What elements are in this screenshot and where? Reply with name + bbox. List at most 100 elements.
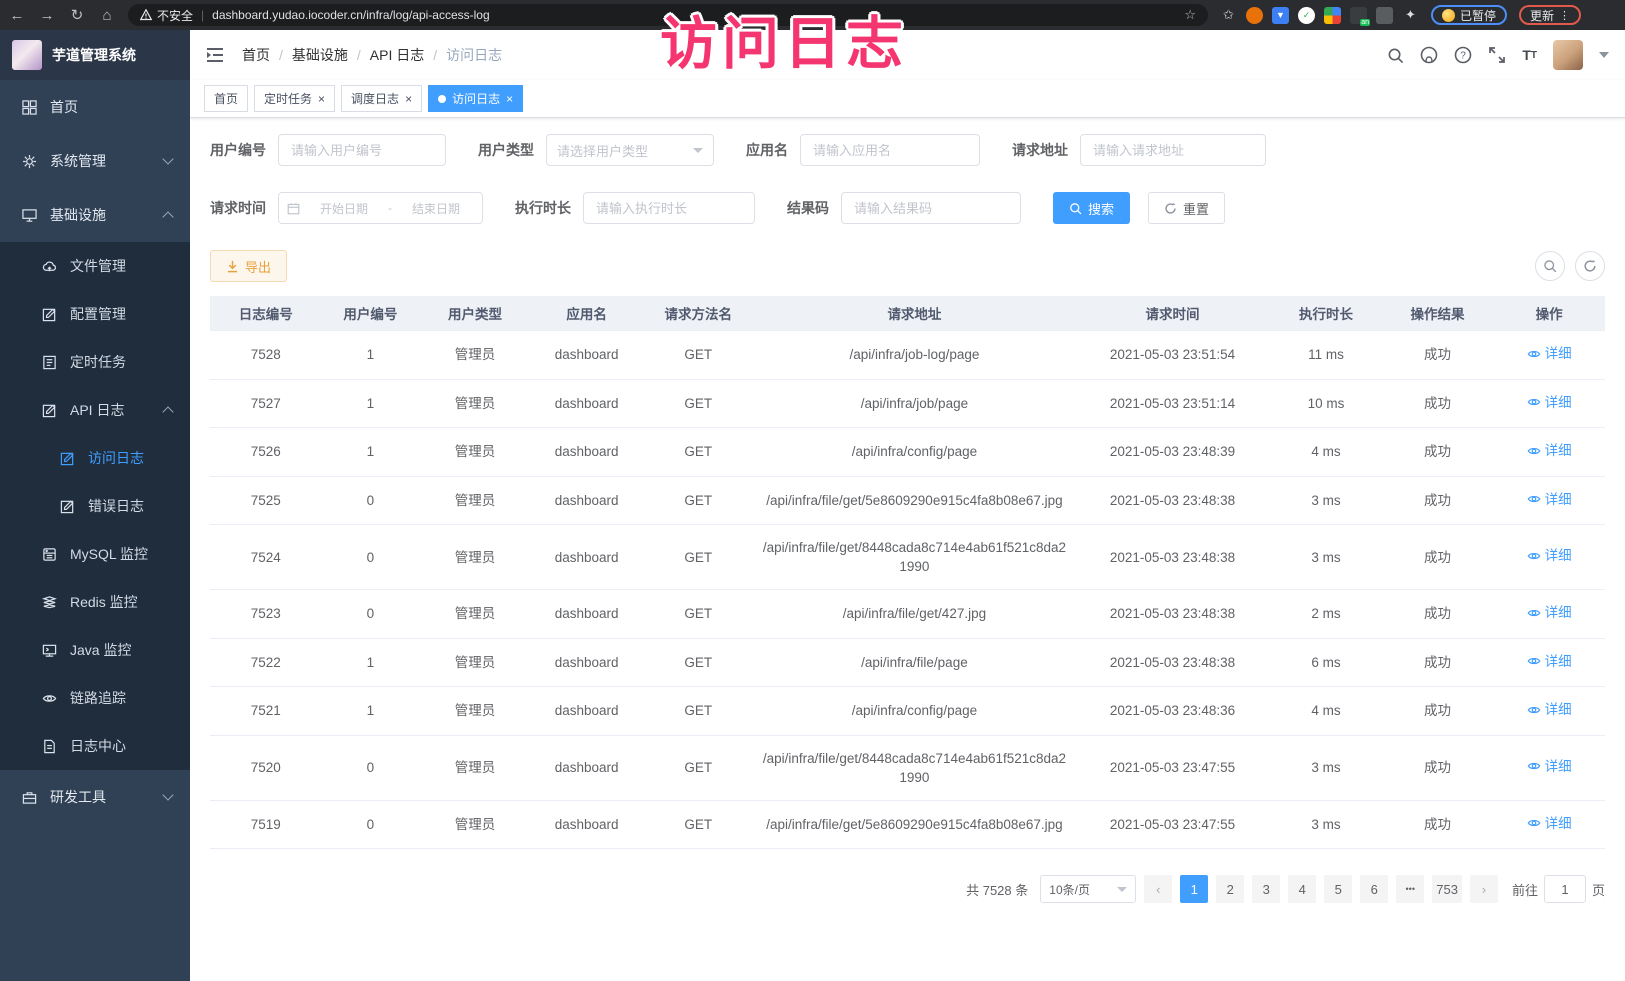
bookmark-star-icon[interactable]: ☆ — [1184, 7, 1196, 23]
pin-extension-icon[interactable]: ✦ — [1402, 7, 1419, 24]
detail-link[interactable]: 详细 — [1527, 603, 1572, 622]
close-icon[interactable]: × — [506, 93, 513, 105]
breadcrumb-item[interactable]: API 日志 — [370, 45, 424, 65]
forward-icon[interactable]: → — [38, 7, 56, 24]
sidebar-item-首页[interactable]: 首页 — [0, 80, 190, 134]
cell-action: 详细 — [1493, 590, 1605, 639]
search-circle-icon[interactable] — [1535, 251, 1565, 281]
tab-定时任务[interactable]: 定时任务× — [254, 85, 335, 112]
column-header: 请求地址 — [754, 296, 1075, 331]
执行时长-input[interactable] — [583, 192, 755, 224]
tab-访问日志[interactable]: 访问日志× — [428, 85, 523, 112]
paused-badge[interactable]: 已暂停 — [1431, 5, 1507, 25]
green-extension-icon[interactable]: ✓ — [1298, 7, 1315, 24]
date-range-picker[interactable]: 开始日期-结束日期 — [278, 192, 483, 224]
detail-link[interactable]: 详细 — [1527, 814, 1572, 833]
goto-page-input[interactable] — [1544, 875, 1586, 903]
sidebar-item-日志中心[interactable]: 日志中心 — [0, 722, 190, 770]
update-button[interactable]: 更新 ⋮ — [1519, 5, 1581, 25]
home-icon[interactable]: ⌂ — [98, 7, 116, 24]
column-header: 操作结果 — [1382, 296, 1494, 331]
search-button[interactable]: 搜索 — [1053, 192, 1130, 224]
detail-link[interactable]: 详细 — [1527, 757, 1572, 776]
tab-调度日志[interactable]: 调度日志× — [341, 85, 422, 112]
script-extension-icon[interactable] — [1376, 7, 1393, 24]
cell-result: 成功 — [1382, 590, 1494, 639]
avatar[interactable] — [1553, 40, 1583, 70]
page-button-1[interactable]: 1 — [1180, 875, 1208, 903]
orange-extension-icon[interactable] — [1246, 7, 1263, 24]
tab-首页[interactable]: 首页 — [204, 85, 248, 112]
close-icon[interactable]: × — [405, 93, 412, 105]
用户编号-input[interactable] — [278, 134, 446, 166]
next-page-button[interactable]: › — [1470, 875, 1498, 903]
sidebar-item-链路追踪[interactable]: 链路追踪 — [0, 674, 190, 722]
fullscreen-icon[interactable] — [1488, 46, 1506, 64]
sidebar-item-错误日志[interactable]: 错误日志 — [0, 482, 190, 530]
back-icon[interactable]: ← — [8, 7, 26, 24]
hamburger-icon[interactable] — [206, 47, 226, 63]
reset-button[interactable]: 重置 — [1148, 192, 1225, 224]
prev-page-button[interactable]: ‹ — [1144, 875, 1172, 903]
detail-link[interactable]: 详细 — [1527, 393, 1572, 412]
cell-duration: 4 ms — [1270, 687, 1382, 736]
page-button-753[interactable]: 753 — [1432, 875, 1462, 903]
close-icon[interactable]: × — [318, 93, 325, 105]
page-button-2[interactable]: 2 — [1216, 875, 1244, 903]
cell-duration: 10 ms — [1270, 379, 1382, 428]
paused-label: 已暂停 — [1460, 7, 1496, 24]
shield-extension-icon[interactable]: ▼ — [1272, 7, 1289, 24]
an-extension-icon[interactable]: an — [1350, 7, 1367, 24]
export-button[interactable]: 导出 — [210, 250, 287, 282]
refresh-circle-icon[interactable] — [1575, 251, 1605, 281]
sidebar-item-研发工具[interactable]: 研发工具 — [0, 770, 190, 824]
detail-link[interactable]: 详细 — [1527, 700, 1572, 719]
grid-extension-icon[interactable] — [1324, 7, 1341, 24]
page-button-6[interactable]: 6 — [1360, 875, 1388, 903]
cell-action: 详细 — [1493, 525, 1605, 590]
sidebar-item-系统管理[interactable]: 系统管理 — [0, 134, 190, 188]
用户类型-select[interactable]: 请选择用户类型 — [546, 134, 714, 166]
detail-link[interactable]: 详细 — [1527, 490, 1572, 509]
detail-link[interactable]: 详细 — [1527, 652, 1572, 671]
help-icon[interactable]: ? — [1454, 46, 1472, 64]
sidebar-item-访问日志[interactable]: 访问日志 — [0, 434, 190, 482]
star-extension-icon[interactable]: ✩ — [1220, 7, 1237, 24]
page-button-5[interactable]: 5 — [1324, 875, 1352, 903]
more-pages-button[interactable]: ••• — [1396, 875, 1424, 903]
not-secure-warning[interactable]: 不安全 — [140, 7, 193, 24]
github-icon[interactable] — [1420, 46, 1438, 64]
sidebar-item-api-日志[interactable]: API 日志 — [0, 386, 190, 434]
page-size-select[interactable]: 10条/页 — [1040, 875, 1136, 903]
font-size-icon[interactable]: TT — [1522, 47, 1537, 63]
sidebar-item-定时任务[interactable]: 定时任务 — [0, 338, 190, 386]
cell-app-name: dashboard — [531, 800, 643, 849]
breadcrumb-item: 访问日志 — [446, 45, 502, 65]
应用名-input[interactable] — [800, 134, 980, 166]
page-button-3[interactable]: 3 — [1252, 875, 1280, 903]
detail-link[interactable]: 详细 — [1527, 344, 1572, 363]
page-button-4[interactable]: 4 — [1288, 875, 1316, 903]
page-size-label: 10条/页 — [1049, 881, 1090, 898]
breadcrumb-item[interactable]: 首页 — [242, 45, 270, 65]
menu-dots-icon[interactable]: ⋮ — [1559, 9, 1570, 22]
sidebar-item-配置管理[interactable]: 配置管理 — [0, 290, 190, 338]
search-icon[interactable] — [1387, 47, 1404, 64]
cell-time: 2021-05-03 23:48:38 — [1075, 590, 1270, 639]
active-dot-icon — [438, 95, 446, 103]
sidebar-logo[interactable]: 芋道管理系统 — [0, 30, 190, 80]
请求地址-input[interactable] — [1080, 134, 1266, 166]
chevron-up-icon — [162, 406, 173, 417]
reload-icon[interactable]: ↻ — [68, 6, 86, 24]
sidebar-item-redis-监控[interactable]: Redis 监控 — [0, 578, 190, 626]
detail-link[interactable]: 详细 — [1527, 546, 1572, 565]
breadcrumb-item[interactable]: 基础设施 — [292, 45, 348, 65]
detail-link[interactable]: 详细 — [1527, 441, 1572, 460]
chevron-down-icon[interactable] — [1599, 52, 1609, 58]
sidebar-item-基础设施[interactable]: 基础设施 — [0, 188, 190, 242]
sidebar-item-文件管理[interactable]: 文件管理 — [0, 242, 190, 290]
security-label: 不安全 — [157, 7, 193, 24]
sidebar-item-mysql-监控[interactable]: MySQL 监控 — [0, 530, 190, 578]
结果码-input[interactable] — [841, 192, 1021, 224]
sidebar-item-java-监控[interactable]: Java 监控 — [0, 626, 190, 674]
